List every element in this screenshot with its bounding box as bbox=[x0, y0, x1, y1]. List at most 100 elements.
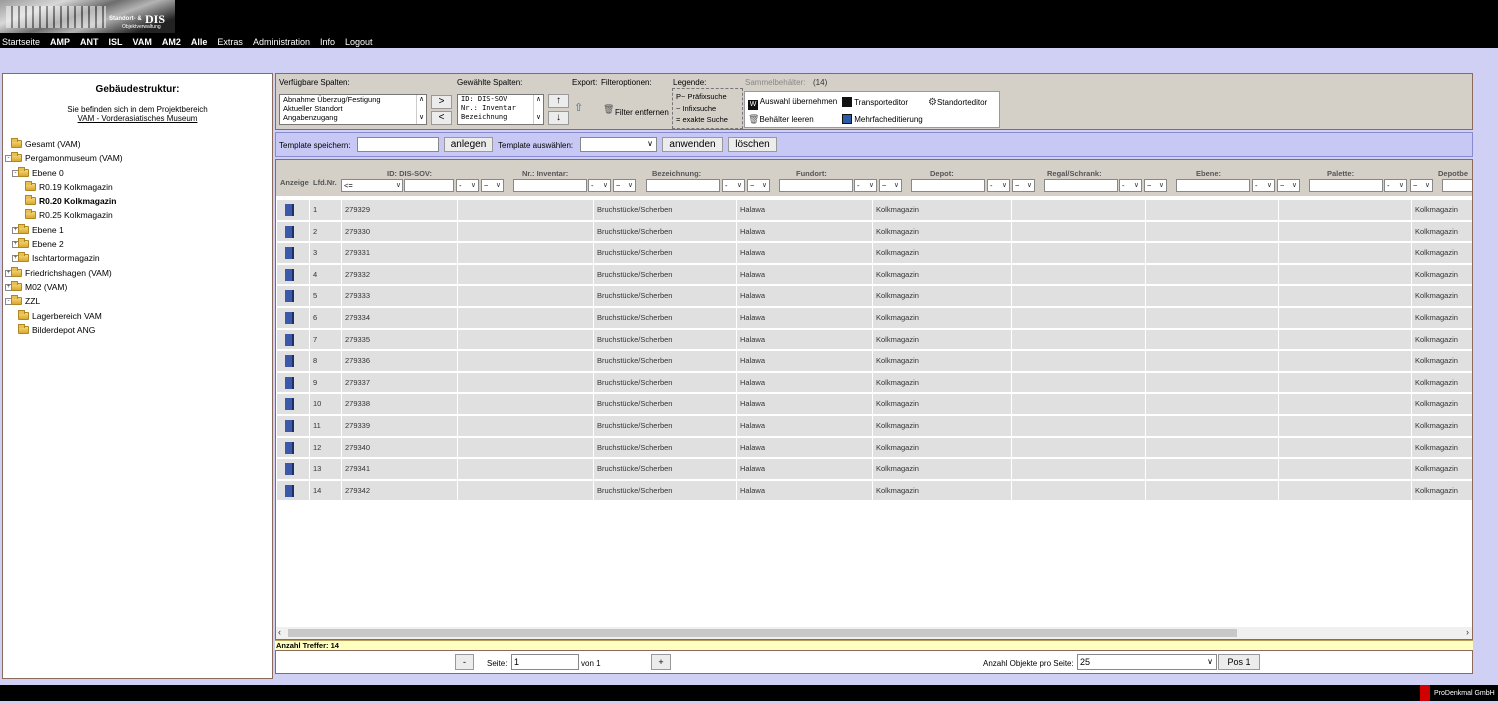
tree-node-label[interactable]: R0.19 Kolkmagazin bbox=[39, 180, 113, 194]
list-scrollbar[interactable]: ∧ ∨ bbox=[416, 95, 426, 124]
tree-node-label[interactable]: M02 (VAM) bbox=[25, 280, 67, 294]
filter-operator-select[interactable]: - bbox=[854, 179, 877, 192]
transport-editor-button[interactable]: Transporteditor bbox=[842, 97, 908, 107]
template-name-input[interactable] bbox=[357, 137, 439, 152]
book-icon[interactable] bbox=[285, 355, 294, 368]
book-icon[interactable] bbox=[285, 463, 294, 476]
filter-mode-select[interactable]: ~ bbox=[879, 179, 902, 192]
next-page-button[interactable]: + bbox=[651, 654, 671, 670]
list-item[interactable]: Nr.: Inventar bbox=[461, 104, 543, 113]
page-input[interactable]: 1 bbox=[511, 654, 579, 670]
filter-input[interactable] bbox=[1309, 179, 1383, 192]
book-icon[interactable] bbox=[285, 268, 294, 281]
scroll-left-icon[interactable]: ‹ bbox=[278, 627, 281, 637]
template-apply-button[interactable]: anwenden bbox=[662, 137, 723, 152]
trash-icon[interactable]: 🗑 bbox=[603, 104, 614, 115]
filter-mode-select[interactable]: ~ bbox=[481, 179, 504, 192]
filter-operator-select[interactable]: - bbox=[722, 179, 745, 192]
tree-node[interactable]: R0.25 Kolkmagazin bbox=[3, 208, 272, 222]
table-row[interactable]: 4 279332 Bruchstücke/Scherben Halawa Kolkmag… bbox=[276, 264, 1472, 285]
table-row[interactable]: 13 279341 Bruchstücke/Scherben Halawa Kolkma… bbox=[276, 459, 1472, 479]
col-id[interactable]: ID: DIS-SOV: bbox=[387, 169, 432, 178]
book-icon[interactable] bbox=[285, 247, 294, 260]
filter-operator-select[interactable]: - bbox=[456, 179, 479, 192]
move-up-button[interactable]: ↑ bbox=[548, 94, 569, 108]
tree-node[interactable]: + Ebene 1 bbox=[3, 223, 272, 237]
book-icon[interactable] bbox=[285, 333, 294, 346]
tree-node[interactable]: R0.20 Kolkmagazin bbox=[3, 194, 272, 208]
nav-isl[interactable]: ISL bbox=[109, 37, 123, 47]
app-logo[interactable]: Standort- & DIS Objektverwaltung bbox=[0, 0, 175, 33]
table-row[interactable]: 7 279335 Bruchstücke/Scherben Halawa Kolkmag… bbox=[276, 329, 1472, 350]
book-icon[interactable] bbox=[285, 225, 294, 238]
col-inventar[interactable]: Nr.: Inventar: bbox=[522, 169, 568, 178]
list-item[interactable]: Bezeichnung bbox=[461, 113, 543, 122]
nav-am2[interactable]: AM2 bbox=[162, 37, 181, 47]
filter-input[interactable] bbox=[646, 179, 720, 192]
table-row[interactable]: 1 279329 Bruchstücke/Scherben Halawa Kolkmag… bbox=[276, 200, 1472, 220]
move-left-button[interactable]: < bbox=[431, 111, 452, 125]
col-depotbe[interactable]: Depotbe bbox=[1438, 169, 1468, 178]
filter-operator-select[interactable]: - bbox=[1384, 179, 1407, 192]
tree-node-label[interactable]: R0.25 Kolkmagazin bbox=[39, 208, 113, 222]
scroll-thumb[interactable] bbox=[288, 629, 1237, 637]
tree-node[interactable]: + Friedrichshagen (VAM) bbox=[3, 266, 272, 280]
move-right-button[interactable]: > bbox=[431, 95, 452, 109]
id-operator-select[interactable]: <= ∨ bbox=[341, 179, 403, 192]
tree-node-label[interactable]: Ebene 1 bbox=[32, 223, 64, 237]
filter-input[interactable] bbox=[513, 179, 587, 192]
list-item[interactable]: Aktueller Standort bbox=[283, 104, 426, 113]
per-page-select[interactable]: 25 ∨ bbox=[1077, 654, 1217, 670]
nav-alle[interactable]: Alle bbox=[191, 37, 208, 47]
col-lfdnr[interactable]: Lfd.Nr. bbox=[313, 178, 337, 187]
tree-node[interactable]: + M02 (VAM) bbox=[3, 280, 272, 294]
filter-input[interactable] bbox=[1044, 179, 1118, 192]
tree-node-label[interactable]: Lagerbereich VAM bbox=[32, 309, 102, 323]
tree-node-label[interactable]: Ebene 2 bbox=[32, 237, 64, 251]
list-scrollbar[interactable]: ∧ ∨ bbox=[533, 95, 543, 124]
filter-input[interactable] bbox=[1176, 179, 1250, 192]
col-palette[interactable]: Palette: bbox=[1327, 169, 1354, 178]
col-regal[interactable]: Regal/Schrank: bbox=[1047, 169, 1102, 178]
tree-node[interactable]: + Ischtartormagazin bbox=[3, 251, 272, 265]
tree-node-label[interactable]: Ebene 0 bbox=[32, 166, 64, 180]
book-icon[interactable] bbox=[285, 398, 294, 411]
table-row[interactable]: 5 279333 Bruchstücke/Scherben Halawa Kolkmag… bbox=[276, 286, 1472, 306]
book-icon[interactable] bbox=[285, 204, 294, 216]
template-create-button[interactable]: anlegen bbox=[444, 137, 493, 152]
tree-node-label[interactable]: Bilderdepot ANG bbox=[32, 323, 95, 337]
table-row[interactable]: 10 279338 Bruchstücke/Scherben Halawa Kolkma… bbox=[276, 394, 1472, 414]
available-columns-list[interactable]: Abnahme Überzug/Festigung Aktueller Stan… bbox=[279, 94, 427, 125]
book-icon[interactable] bbox=[285, 376, 294, 389]
nav-amp[interactable]: AMP bbox=[50, 37, 70, 47]
move-down-button[interactable]: ↓ bbox=[548, 111, 569, 125]
selected-columns-list[interactable]: ID: DIS-SOV Nr.: Inventar Bezeichnung ∧ ∨ bbox=[457, 94, 544, 125]
multi-edit-button[interactable]: Mehrfacheditierung bbox=[842, 114, 923, 124]
nav-administration[interactable]: Administration bbox=[253, 37, 310, 47]
tree-node[interactable]: Lagerbereich VAM bbox=[3, 309, 272, 323]
table-row[interactable]: 12 279340 Bruchstücke/Scherben Halawa Kolkma… bbox=[276, 437, 1472, 458]
list-item[interactable]: Angabenzugang bbox=[283, 113, 426, 122]
tree-node-label[interactable]: Pergamonmuseum (VAM) bbox=[25, 151, 123, 165]
list-item[interactable]: Abnahme Überzug/Festigung bbox=[283, 95, 426, 104]
col-anzeige[interactable]: Anzeige bbox=[280, 178, 309, 187]
id-filter-input[interactable] bbox=[404, 179, 454, 192]
col-ebene[interactable]: Ebene: bbox=[1196, 169, 1221, 178]
filter-remove-button[interactable]: Filter entfernen bbox=[615, 108, 669, 117]
tree-node[interactable]: - Pergamonmuseum (VAM) bbox=[3, 151, 272, 165]
table-row[interactable]: 11 279339 Bruchstücke/Scherben Halawa Kolkma… bbox=[276, 416, 1472, 436]
filter-operator-select[interactable]: - bbox=[588, 179, 611, 192]
table-row[interactable]: 2 279330 Bruchstücke/Scherben Halawa Kolkmag… bbox=[276, 221, 1472, 242]
export-icon[interactable]: ⇧ bbox=[574, 101, 583, 114]
filter-mode-select[interactable]: ~ bbox=[1012, 179, 1035, 192]
template-delete-button[interactable]: löschen bbox=[728, 137, 777, 152]
filter-input[interactable] bbox=[911, 179, 985, 192]
nav-extras[interactable]: Extras bbox=[217, 37, 243, 47]
book-icon[interactable] bbox=[285, 420, 294, 432]
project-link[interactable]: VAM - Vorderasiatisches Museum bbox=[78, 114, 198, 123]
col-fundort[interactable]: Fundort: bbox=[796, 169, 827, 178]
filter-mode-select[interactable]: ~ bbox=[1410, 179, 1433, 192]
accept-selection-button[interactable]: W Auswahl übernehmen bbox=[748, 97, 837, 110]
filter-mode-select[interactable]: ~ bbox=[613, 179, 636, 192]
book-icon[interactable] bbox=[285, 290, 294, 303]
